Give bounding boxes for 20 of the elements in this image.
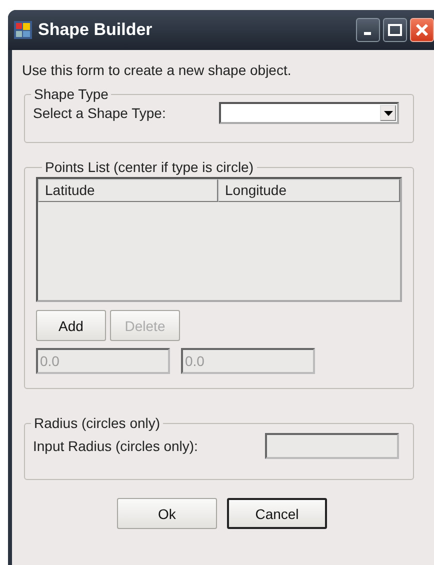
column-header[interactable]: Longitude xyxy=(218,179,400,202)
dialog-button[interactable]: Ok xyxy=(117,498,217,529)
group-title: Radius (circles only) xyxy=(33,415,162,431)
column-header[interactable]: Latitude xyxy=(38,179,218,202)
points-list[interactable]: Latitude Longitude xyxy=(36,177,402,302)
app-icon xyxy=(14,21,32,39)
close-icon[interactable] xyxy=(415,23,429,37)
group-title: Points List (center if type is circle) xyxy=(44,159,255,175)
close-button[interactable] xyxy=(410,18,434,42)
action-button[interactable]: Add xyxy=(36,310,106,341)
shape-type-dropdown[interactable] xyxy=(219,102,399,124)
maximize-button[interactable] xyxy=(383,18,407,42)
shape-type-label: Select a Shape Type: xyxy=(33,105,166,121)
minimize-button[interactable] xyxy=(356,18,380,42)
maximize-icon[interactable] xyxy=(388,24,402,36)
radius-label: Input Radius (circles only): xyxy=(33,438,198,454)
intro-text: Use this form to create a new shape object. xyxy=(22,62,292,80)
dialog-button[interactable]: Cancel xyxy=(227,498,327,529)
window-title: Shape Builder xyxy=(38,20,154,40)
group-title: Shape Type xyxy=(33,86,110,102)
